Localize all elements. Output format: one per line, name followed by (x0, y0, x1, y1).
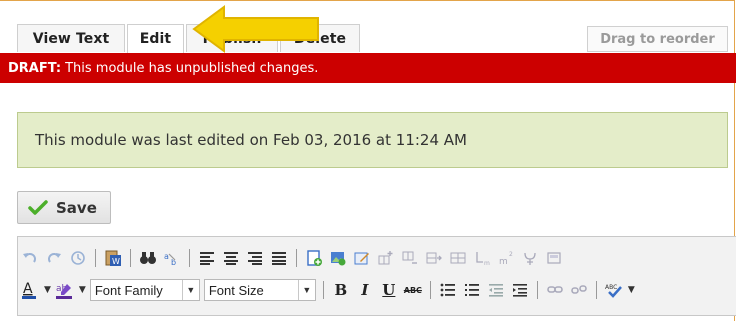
link-icon[interactable] (545, 280, 565, 300)
svg-text:2: 2 (509, 251, 513, 258)
toolbar-separator (595, 281, 597, 299)
last-edited-notice: This module was last edited on Feb 03, 2… (17, 112, 728, 168)
subscript-icon[interactable]: m (472, 248, 492, 268)
svg-text:a: a (164, 252, 169, 261)
spellcheck-dropdown-icon[interactable]: ▼ (628, 285, 635, 295)
table-icon[interactable] (448, 248, 468, 268)
toolbar-separator (189, 249, 190, 267)
draft-label: DRAFT: (8, 60, 62, 76)
font-family-value: Font Family (94, 282, 163, 298)
font-size-select[interactable]: Font Size ▼ (203, 279, 316, 301)
bold-icon[interactable]: B (331, 280, 351, 300)
numbered-list-icon[interactable] (462, 280, 482, 300)
undo-icon[interactable] (20, 248, 40, 268)
svg-text:A: A (23, 281, 33, 297)
highlight-icon[interactable]: ab (55, 280, 75, 300)
highlight-dropdown-icon[interactable]: ▼ (79, 285, 86, 295)
templates-icon[interactable] (544, 248, 564, 268)
toolbar-separator (322, 281, 324, 299)
draft-banner: DRAFT: This module has unpublished chang… (0, 53, 736, 83)
find-replace-icon[interactable]: ab (162, 248, 182, 268)
toolbar-row-2: A ▼ ab ▼ Font Family ▼ Font Size ▼ B I U… (18, 277, 637, 303)
toolbar-separator (429, 281, 431, 299)
toolbar-separator (95, 249, 96, 267)
svg-text:W: W (112, 257, 120, 266)
drag-to-reorder-handle[interactable]: Drag to reorder (587, 26, 728, 52)
last-edited-text: This module was last edited on Feb 03, 2… (35, 131, 467, 149)
font-size-value: Font Size (208, 282, 264, 298)
draft-message: This module has unpublished changes. (65, 60, 319, 76)
svg-text:ABC: ABC (605, 284, 617, 291)
font-color-icon[interactable]: A (20, 280, 40, 300)
save-button-label: Save (56, 198, 97, 217)
svg-text:m: m (484, 260, 490, 266)
insert-row-icon[interactable] (376, 248, 396, 268)
insert-image-icon[interactable] (328, 248, 348, 268)
unlink-icon[interactable] (569, 280, 589, 300)
insert-file-icon[interactable] (304, 248, 324, 268)
chevron-down-icon[interactable]: ▼ (181, 280, 199, 300)
superscript-icon[interactable]: m2 (496, 248, 516, 268)
indent-icon[interactable] (510, 280, 530, 300)
font-family-select[interactable]: Font Family ▼ (89, 279, 200, 301)
tab-edit[interactable]: Edit (127, 24, 184, 53)
delete-row-icon[interactable] (400, 248, 420, 268)
align-right-icon[interactable] (245, 248, 265, 268)
save-button[interactable]: Save (17, 191, 111, 224)
toolbar-separator (296, 249, 297, 267)
svg-text:m: m (499, 257, 508, 266)
special-char-icon[interactable] (520, 248, 540, 268)
toolbar-row-1: W ab m m2 (18, 245, 566, 271)
outdent-icon[interactable] (486, 280, 506, 300)
bullet-list-icon[interactable] (438, 280, 458, 300)
toolbar-separator (130, 249, 131, 267)
toolbar-separator (536, 281, 538, 299)
font-color-dropdown-icon[interactable]: ▼ (44, 285, 51, 295)
spellcheck-icon[interactable]: ABC (604, 280, 624, 300)
underline-icon[interactable]: U (379, 280, 399, 300)
rich-text-editor-toolbar: W ab m m2 A ▼ ab ▼ Font Family ▼ Font Si… (17, 236, 736, 316)
redo-icon[interactable] (44, 248, 64, 268)
paste-word-icon[interactable]: W (103, 248, 123, 268)
insert-column-icon[interactable] (424, 248, 444, 268)
history-icon[interactable] (68, 248, 88, 268)
strikethrough-icon[interactable]: ABC (403, 280, 423, 300)
checkmark-icon (28, 199, 48, 215)
align-left-icon[interactable] (197, 248, 217, 268)
chevron-down-icon[interactable]: ▼ (297, 280, 315, 300)
align-justify-icon[interactable] (269, 248, 289, 268)
align-center-icon[interactable] (221, 248, 241, 268)
tab-view-text[interactable]: View Text (17, 24, 125, 52)
italic-icon[interactable]: I (355, 280, 375, 300)
edit-image-icon[interactable] (352, 248, 372, 268)
find-icon[interactable] (138, 248, 158, 268)
annotation-arrow-icon (192, 5, 319, 53)
